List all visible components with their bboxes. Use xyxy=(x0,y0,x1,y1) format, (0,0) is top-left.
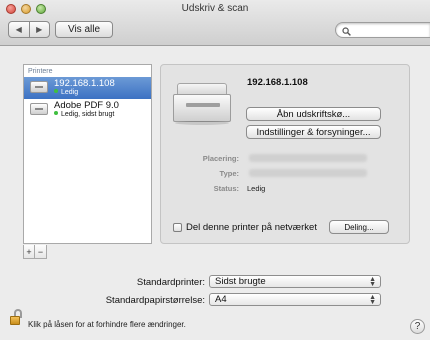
printer-item-name: Adobe PDF 9.0 xyxy=(54,100,119,111)
show-all-button[interactable]: Vis alle xyxy=(55,21,113,38)
search-field[interactable] xyxy=(335,22,430,38)
printer-list-item[interactable]: Adobe PDF 9.0 Ledig, sidst brugt xyxy=(24,99,151,121)
share-printer-label[interactable]: Del denne printer på netværket xyxy=(186,222,317,233)
printer-large-icon xyxy=(173,83,231,125)
printer-item-status-text: Ledig, sidst brugt xyxy=(61,111,115,118)
printer-item-status: Ledig, sidst brugt xyxy=(54,111,151,119)
printer-item-name: 192.168.1.108 xyxy=(54,78,115,89)
printer-name-title: 192.168.1.108 xyxy=(247,77,308,88)
printer-item-status: Ledig xyxy=(54,89,151,97)
window-title: Udskriv & scan xyxy=(181,3,249,14)
printer-icon xyxy=(30,81,48,93)
lock-message: Klik på låsen for at forhindre flere ænd… xyxy=(28,320,186,329)
default-paper-label: Standardpapirstørrelse: xyxy=(105,295,205,306)
printer-list-footer: + − xyxy=(23,245,152,259)
default-printer-value: Sidst brugte xyxy=(215,276,266,287)
add-printer-button[interactable]: + xyxy=(23,245,35,259)
status-dot-icon xyxy=(54,89,58,93)
printer-detail-panel: 192.168.1.108 Åbn udskriftskø... Indstil… xyxy=(160,64,410,244)
status-label: Status: xyxy=(213,184,239,193)
printer-list: Printere 192.168.1.108 Ledig Adobe PDF 9… xyxy=(23,64,152,244)
lock-icon[interactable] xyxy=(10,316,20,325)
back-icon[interactable]: ◀ xyxy=(9,22,29,37)
printer-list-header: Printere xyxy=(28,67,53,75)
default-printer-label: Standardprinter: xyxy=(136,277,205,288)
default-printer-select[interactable]: Sidst brugte ▲ ▼ xyxy=(209,275,381,288)
default-paper-value: A4 xyxy=(215,294,227,305)
window-toolbar: Udskriv & scan ◀ ▶ Vis alle xyxy=(0,0,430,46)
sharing-preferences-button[interactable]: Deling... xyxy=(329,220,389,234)
status-value: Ledig xyxy=(247,184,266,193)
forward-icon[interactable]: ▶ xyxy=(28,22,50,37)
printer-list-item[interactable]: 192.168.1.108 Ledig xyxy=(24,77,151,99)
printer-item-status-text: Ledig xyxy=(61,89,79,96)
help-button[interactable]: ? xyxy=(410,319,425,334)
open-print-queue-button[interactable]: Åbn udskriftskø... xyxy=(246,107,381,121)
type-value-redacted xyxy=(249,169,367,177)
type-label: Type: xyxy=(219,169,239,178)
select-arrows-icon: ▲ ▼ xyxy=(369,276,376,288)
options-supplies-button[interactable]: Indstillinger & forsyninger... xyxy=(246,125,381,139)
printer-icon xyxy=(30,103,48,115)
share-printer-row[interactable]: Del denne printer på netværket xyxy=(173,222,317,233)
share-printer-checkbox[interactable] xyxy=(173,223,182,232)
select-arrows-icon: ▲ ▼ xyxy=(369,294,376,306)
status-dot-icon xyxy=(54,111,58,115)
default-paper-select[interactable]: A4 ▲ ▼ xyxy=(209,293,381,306)
search-icon xyxy=(342,24,351,39)
location-label: Placering: xyxy=(202,154,239,163)
remove-printer-button[interactable]: − xyxy=(35,245,47,259)
nav-segmented-control: ◀ ▶ xyxy=(8,21,50,38)
location-value-redacted xyxy=(249,154,367,162)
